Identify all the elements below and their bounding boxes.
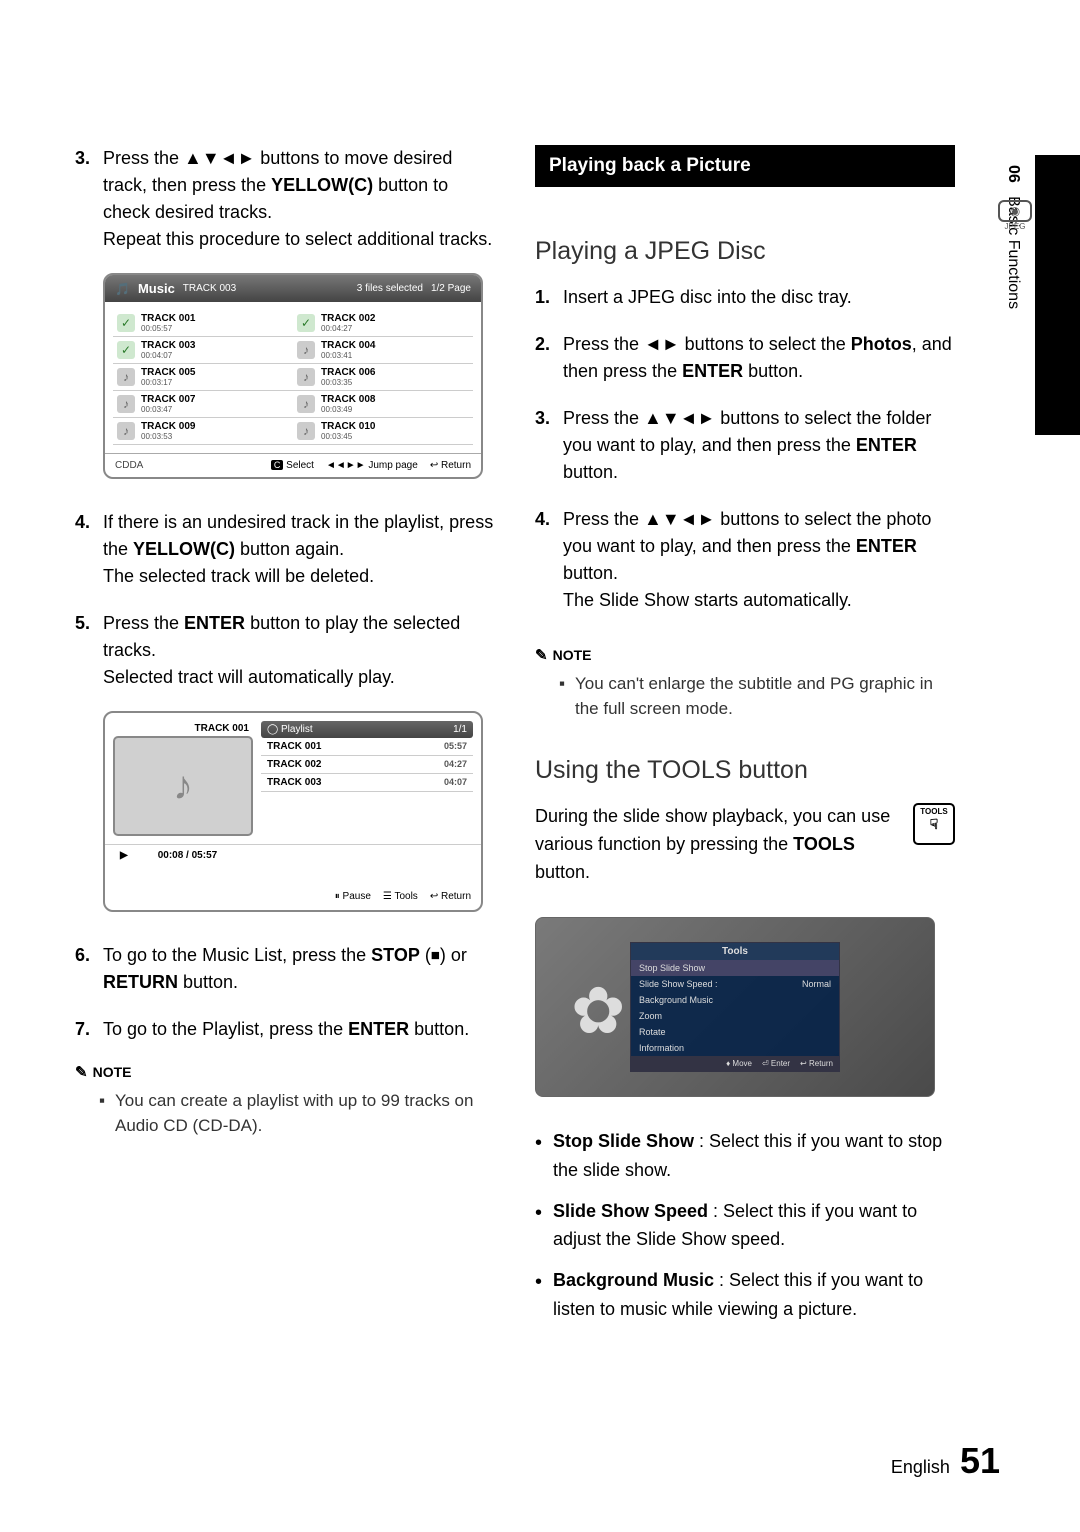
tools-menu-item: Rotate: [631, 1024, 839, 1040]
side-tab: [1035, 155, 1080, 435]
track-item: ♪TRACK 00600:03:35: [293, 364, 473, 391]
album-art-icon: ♪: [113, 736, 253, 836]
left-column: 3. Press the ▲▼◄► buttons to move desire…: [75, 145, 495, 1336]
tools-menu-item: Slide Show Speed :Normal: [631, 976, 839, 992]
step-right: 2.Press the ◄► buttons to select the Pho…: [535, 331, 955, 385]
note-item-right: You can't enlarge the subtitle and PG gr…: [575, 672, 955, 721]
step-4: 4. If there is an undesired track in the…: [75, 509, 495, 590]
note-icon: ♪: [297, 422, 315, 440]
step-right: 3.Press the ▲▼◄► buttons to select the f…: [535, 405, 955, 486]
flower-image: ✿: [571, 978, 651, 1058]
track-item: ♪TRACK 00800:03:49: [293, 391, 473, 418]
step-right: 4.Press the ▲▼◄► buttons to select the p…: [535, 506, 955, 614]
track-item: ♪TRACK 00500:03:17: [113, 364, 293, 391]
track-item: ♪TRACK 00700:03:47: [113, 391, 293, 418]
check-icon: ✓: [117, 314, 135, 332]
play-icon: ▶: [120, 850, 128, 861]
tools-menu-item: Background Music: [631, 992, 839, 1008]
step-5: 5. Press the ENTER button to play the se…: [75, 610, 495, 691]
tools-popup: Tools Stop Slide ShowSlide Show Speed :N…: [630, 942, 840, 1072]
note-icon: ♪: [117, 368, 135, 386]
jpeg-format-icon: ◉ JPEG: [998, 200, 1032, 231]
check-icon: ✓: [117, 341, 135, 359]
note-icon: ♪: [297, 341, 315, 359]
track-item: ✓TRACK 00100:05:57: [113, 310, 293, 337]
tools-menu-item: Zoom: [631, 1008, 839, 1024]
music-list-figure: 🎵 Music TRACK 003 3 files selected 1/2 P…: [103, 273, 483, 479]
tools-options-list: Stop Slide Show : Select this if you wan…: [535, 1127, 955, 1324]
step-6: 6. To go to the Music List, press the ST…: [75, 942, 495, 996]
track-item: ♪TRACK 00900:03:53: [113, 418, 293, 445]
tools-menu-figure: ✿ Tools Stop Slide ShowSlide Show Speed …: [535, 917, 935, 1097]
music-footer: CDDA C Select ◄◄►► Jump page ↩ Return: [105, 453, 481, 477]
tools-paragraph: During the slide show playback, you can …: [535, 803, 955, 887]
tools-button-icon: TOOLS☟: [913, 803, 955, 845]
section-bar: Playing back a Picture: [535, 145, 955, 187]
playlist-item: TRACK 00304:07: [261, 774, 473, 792]
track-item: ✓TRACK 00300:04:07: [113, 337, 293, 364]
step-7: 7. To go to the Playlist, press the ENTE…: [75, 1016, 495, 1043]
right-column: Playing back a Picture Playing a JPEG Di…: [535, 145, 955, 1336]
now-playing: ▶ 00:08 / 05:57: [105, 844, 481, 866]
check-icon: ✓: [297, 314, 315, 332]
note-icon: ♪: [117, 422, 135, 440]
note-icon: ♪: [117, 395, 135, 413]
bullet-item: Stop Slide Show : Select this if you wan…: [535, 1127, 955, 1185]
side-tab-text: 06 Basic Functions: [994, 155, 1032, 319]
playlist-figure: TRACK 001 ♪ ◯ Playlist 1/1 TRACK 00105:5…: [103, 711, 483, 912]
note-icon: ♪: [297, 368, 315, 386]
playlist-header: ◯ Playlist 1/1: [261, 721, 473, 738]
step-3: 3. Press the ▲▼◄► buttons to move desire…: [75, 145, 495, 253]
playlist-item: TRACK 00105:57: [261, 738, 473, 756]
heading-jpeg-disc: Playing a JPEG Disc: [535, 237, 955, 266]
bullet-item: Background Music : Select this if you wa…: [535, 1266, 955, 1324]
step-right: 1.Insert a JPEG disc into the disc tray.: [535, 284, 955, 311]
page-number: English 51: [891, 1440, 1000, 1482]
bullet-item: Slide Show Speed : Select this if you wa…: [535, 1197, 955, 1255]
heading-tools-button: Using the TOOLS button: [535, 756, 955, 785]
music-header: 🎵 Music TRACK 003 3 files selected 1/2 P…: [105, 275, 481, 302]
track-item: ♪TRACK 00400:03:41: [293, 337, 473, 364]
tools-menu-item: Stop Slide Show: [631, 960, 839, 976]
playlist-footer: ⏸ Pause ☰ Tools ↩ Return: [105, 866, 481, 910]
note-heading: NOTE: [75, 1063, 131, 1081]
playlist-item: TRACK 00204:27: [261, 756, 473, 774]
track-item: ✓TRACK 00200:04:27: [293, 310, 473, 337]
note-heading-right: NOTE: [535, 646, 591, 664]
track-item: ♪TRACK 01000:03:45: [293, 418, 473, 445]
tools-menu-item: Information: [631, 1040, 839, 1056]
music-icon: 🎵: [115, 282, 130, 296]
note-icon: ♪: [297, 395, 315, 413]
note-item: You can create a playlist with up to 99 …: [115, 1089, 495, 1138]
